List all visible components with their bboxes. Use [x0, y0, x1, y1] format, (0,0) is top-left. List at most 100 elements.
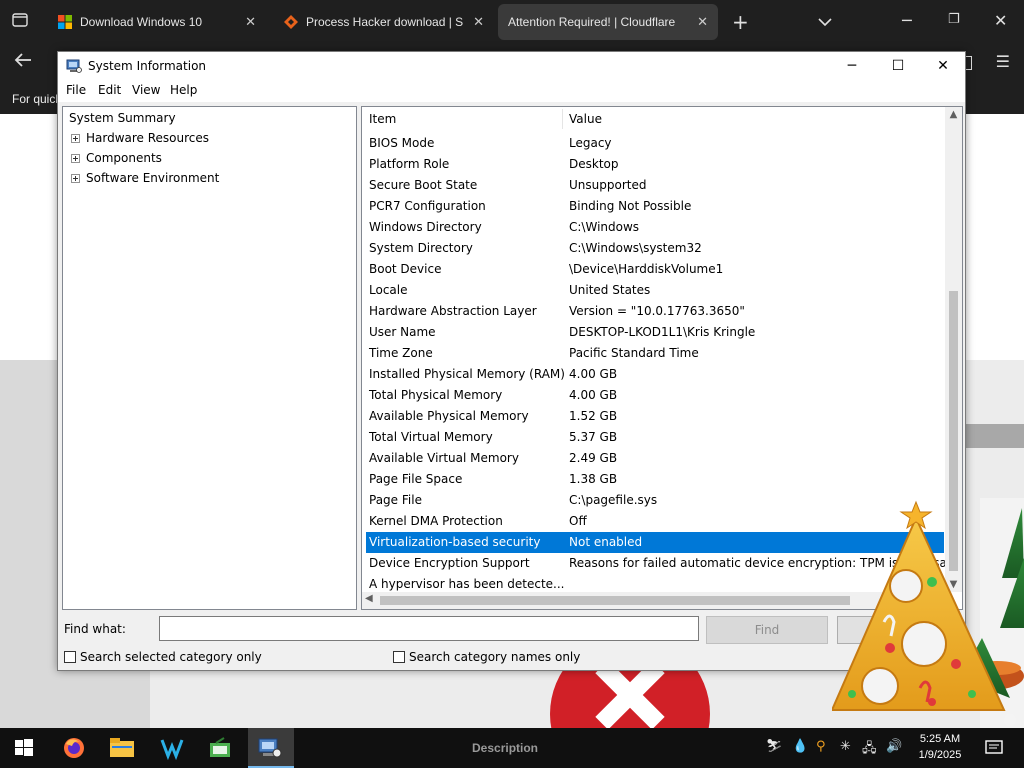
notification-icon[interactable] — [980, 734, 1008, 762]
list-row[interactable]: Total Physical Memory 4.00 GB — [366, 385, 944, 406]
list-row[interactable]: Total Virtual Memory 5.37 GB — [366, 427, 944, 448]
list-row[interactable]: Available Virtual Memory 2.49 GB — [366, 448, 944, 469]
row-value: Desktop — [569, 157, 619, 171]
row-value: C:\Windows\system32 — [569, 241, 702, 255]
tab-close-icon[interactable]: ✕ — [473, 14, 484, 30]
menu-file[interactable]: File — [66, 83, 86, 97]
list-row[interactable]: Page File C:\pagefile.sys — [366, 490, 944, 511]
row-item: Page File — [369, 493, 422, 507]
row-value: Unsupported — [569, 178, 647, 192]
tree-item-hardware-resources[interactable]: Hardware Resources — [71, 131, 209, 145]
row-item: Locale — [369, 283, 408, 297]
close-button[interactable]: ✕ — [920, 52, 966, 80]
row-item: Page File Space — [369, 472, 463, 486]
row-item: System Directory — [369, 241, 473, 255]
volume-icon[interactable]: 🔊 — [886, 739, 902, 754]
horizontal-scrollbar[interactable]: ◀ — [362, 592, 947, 609]
tree-item-components[interactable]: Components — [71, 151, 162, 165]
tab-cloudflare[interactable]: Attention Required! | Cloudflare ✕ — [498, 4, 718, 40]
search-tray-icon[interactable]: ⚲ — [816, 739, 826, 754]
list-row[interactable]: System Directory C:\Windows\system32 — [366, 238, 944, 259]
window-title: System Information — [88, 59, 207, 73]
minimize-button[interactable]: ─ — [829, 52, 875, 80]
row-value: C:\Windows — [569, 220, 640, 234]
list-row[interactable]: Device Encryption Support Reasons for fai… — [366, 553, 958, 574]
back-icon[interactable] — [14, 52, 32, 73]
tab-close-icon[interactable]: ✕ — [697, 14, 708, 30]
tab-list-chevron-icon[interactable] — [818, 12, 832, 31]
tab-process-hacker[interactable]: Process Hacker download | Sou ✕ — [274, 4, 494, 40]
scroll-left-icon[interactable]: ◀ — [365, 593, 373, 604]
green-app-icon[interactable] — [206, 734, 234, 762]
expand-icon[interactable] — [71, 173, 80, 183]
start-icon[interactable] — [10, 734, 38, 762]
network-icon[interactable]: 🖧 — [862, 739, 877, 761]
browser-minimize-icon[interactable]: ─ — [902, 11, 912, 30]
list-row[interactable]: Secure Boot State Unsupported — [366, 175, 944, 196]
drop-icon[interactable]: 💧 — [792, 739, 808, 754]
checkbox-box[interactable] — [64, 651, 76, 663]
checkbox-box[interactable] — [393, 651, 405, 663]
list-row[interactable]: Page File Space 1.38 GB — [366, 469, 944, 490]
tree-item-software-environment[interactable]: Software Environment — [71, 171, 219, 185]
vs-icon[interactable] — [158, 734, 186, 762]
scroll-up-icon[interactable]: ▲ — [945, 109, 962, 120]
tree-item-system-summary[interactable]: System Summary — [69, 111, 176, 125]
menu-help[interactable]: Help — [170, 83, 197, 97]
find-what-input[interactable] — [159, 616, 699, 641]
column-header-item[interactable]: Item — [369, 107, 396, 131]
tab-title: Process Hacker download | Sou — [306, 15, 464, 29]
list-row[interactable]: Installed Physical Memory (RAM) 4.00 GB — [366, 364, 944, 385]
row-item: Virtualization-based security — [369, 535, 541, 549]
scroll-down-icon[interactable]: ▼ — [945, 579, 962, 590]
browser-restore-icon[interactable]: ❐ — [948, 12, 960, 27]
menu-edit[interactable]: Edit — [98, 83, 121, 97]
tab-actions-icon[interactable] — [12, 12, 28, 32]
vertical-scrollbar[interactable]: ▲ ▼ — [945, 107, 962, 592]
sparkle-icon[interactable]: ✳ — [840, 739, 851, 754]
find-next-button[interactable]: Find — [837, 616, 959, 644]
list-row[interactable]: Windows Directory C:\Windows — [366, 217, 944, 238]
tab-download-windows[interactable]: Download Windows 10 ✕ — [48, 4, 266, 40]
expand-icon[interactable] — [71, 133, 80, 143]
search-names-checkbox[interactable]: Search category names only — [393, 650, 580, 664]
search-selected-checkbox[interactable]: Search selected category only — [64, 650, 262, 664]
menu-view[interactable]: View — [132, 83, 160, 97]
row-item: Kernel DMA Protection — [369, 514, 503, 528]
firefox-icon[interactable] — [60, 734, 88, 762]
row-item: Available Physical Memory — [369, 409, 529, 423]
column-header-value[interactable]: Value — [569, 107, 602, 131]
tab-title: Attention Required! | Cloudflare — [508, 15, 676, 29]
hamburger-menu-icon[interactable]: ☰ — [996, 52, 1010, 71]
row-item: Time Zone — [369, 346, 433, 360]
list-row[interactable]: Platform Role Desktop — [366, 154, 944, 175]
list-row[interactable]: PCR7 Configuration Binding Not Possible — [366, 196, 944, 217]
row-item: PCR7 Configuration — [369, 199, 486, 213]
row-value: 4.00 GB — [569, 388, 618, 402]
find-button[interactable]: Find — [706, 616, 828, 644]
tab-close-icon[interactable]: ✕ — [245, 14, 256, 30]
new-tab-icon[interactable]: + — [732, 10, 749, 34]
list-row[interactable]: Boot Device \Device\HarddiskVolume1 — [366, 259, 944, 280]
file-explorer-icon[interactable] — [108, 734, 136, 762]
window-title-bar[interactable]: System Information ─ ☐ ✕ — [58, 52, 965, 80]
people-icon[interactable]: ⛷ — [766, 739, 783, 754]
list-row[interactable]: Kernel DMA Protection Off — [366, 511, 944, 532]
system-clock[interactable]: 5:25 AM 1/9/2025 — [912, 731, 968, 763]
list-row[interactable]: Available Physical Memory 1.52 GB — [366, 406, 944, 427]
list-row[interactable]: BIOS Mode Legacy — [366, 133, 944, 154]
browser-close-icon[interactable]: ✕ — [994, 11, 1007, 30]
maximize-button[interactable]: ☐ — [875, 52, 921, 80]
column-separator[interactable] — [562, 109, 563, 129]
list-row[interactable]: Locale United States — [366, 280, 944, 301]
sysinfo-taskbar-icon[interactable] — [256, 734, 284, 762]
list-row[interactable]: Virtualization-based security Not enabled — [366, 532, 944, 553]
list-row[interactable]: Time Zone Pacific Standard Time — [366, 343, 944, 364]
list-row[interactable]: User Name DESKTOP-LKOD1L1\Kris Kringle — [366, 322, 944, 343]
scroll-thumb[interactable] — [949, 291, 958, 571]
scroll-thumb[interactable] — [380, 596, 850, 605]
row-value: \Device\HarddiskVolume1 — [569, 262, 724, 276]
tree-item-label: Software Environment — [86, 171, 220, 185]
list-row[interactable]: Hardware Abstraction Layer Version = "10.… — [366, 301, 944, 322]
expand-icon[interactable] — [71, 153, 80, 163]
